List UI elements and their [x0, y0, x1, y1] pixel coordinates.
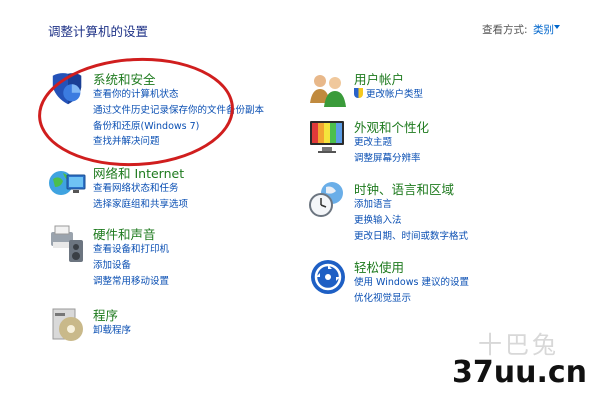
link-change-input-method[interactable]: 更换输入法	[354, 213, 468, 229]
clock-globe-icon	[309, 182, 343, 217]
programs-disc-icon	[52, 308, 83, 341]
link-screen-resolution[interactable]: 调整屏幕分辨率	[354, 151, 421, 167]
link-devices-printers[interactable]: 查看设备和打印机	[93, 242, 169, 258]
link-add-language[interactable]: 添加语言	[354, 197, 468, 213]
category-title[interactable]: 用户帐户	[354, 69, 404, 88]
watermark-site: 37uu.cn	[452, 355, 587, 390]
category-title[interactable]: 外观和个性化	[354, 117, 429, 136]
monitor-color-icon	[310, 121, 344, 153]
link-date-time-format[interactable]: 更改日期、时间或数字格式	[354, 229, 468, 245]
users-icon	[310, 75, 346, 107]
link-change-account-type[interactable]: 更改帐户类型	[354, 87, 423, 103]
link-network-status[interactable]: 查看网络状态和任务	[93, 181, 188, 197]
page-title: 调整计算机的设置	[48, 24, 149, 39]
view-by-label: 查看方式:	[482, 24, 528, 36]
link-optimize-display[interactable]: 优化视觉显示	[354, 291, 469, 307]
category-title[interactable]: 硬件和声音	[93, 224, 156, 243]
link-mobility-settings[interactable]: 调整常用移动设置	[93, 274, 169, 290]
category-title[interactable]: 时钟、语言和区域	[354, 179, 454, 198]
view-by-dropdown[interactable]: 类别	[533, 22, 554, 37]
network-globe-icon	[49, 171, 86, 195]
link-change-theme[interactable]: 更改主题	[354, 135, 421, 151]
link-add-device[interactable]: 添加设备	[93, 258, 169, 274]
ease-of-access-icon	[311, 260, 345, 294]
category-title[interactable]: 轻松使用	[354, 257, 404, 276]
chevron-down-icon[interactable]	[554, 25, 560, 29]
link-homegroup-sharing[interactable]: 选择家庭组和共享选项	[93, 197, 188, 213]
link-uninstall-program[interactable]: 卸载程序	[93, 323, 131, 339]
printer-icon	[51, 225, 83, 262]
link-recommended-settings[interactable]: 使用 Windows 建议的设置	[354, 275, 469, 291]
category-title[interactable]: 程序	[93, 305, 118, 324]
